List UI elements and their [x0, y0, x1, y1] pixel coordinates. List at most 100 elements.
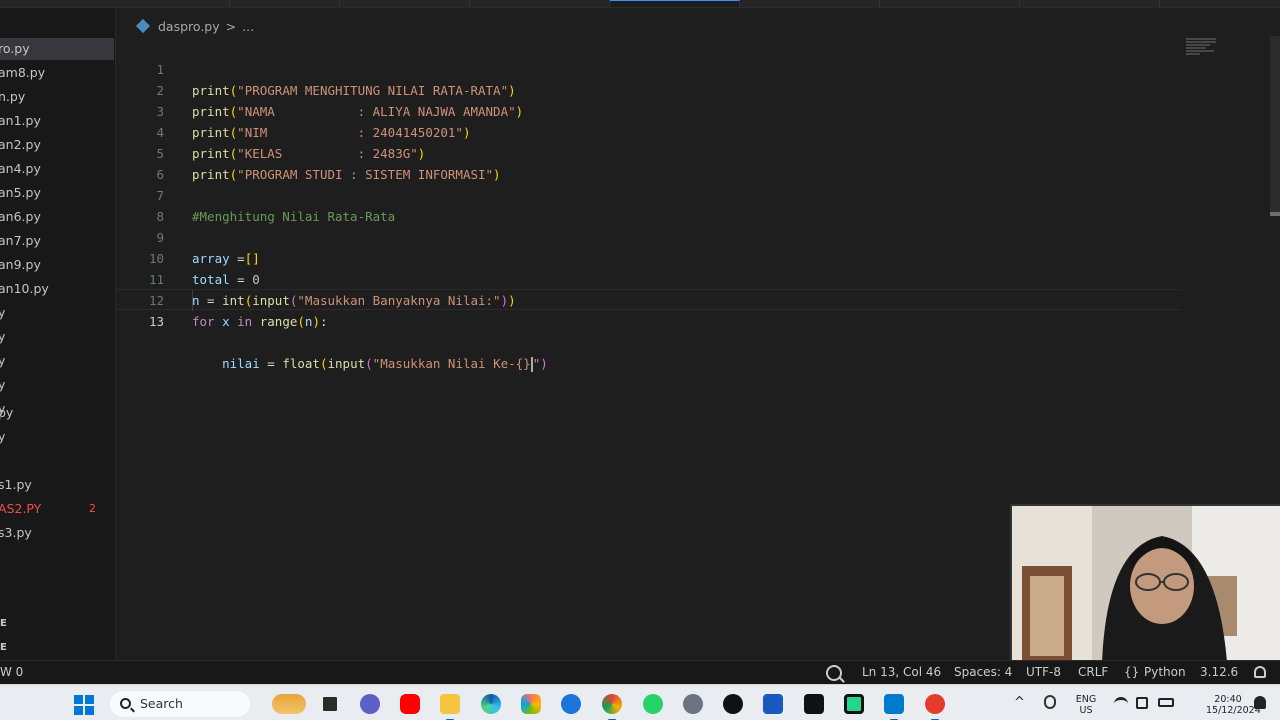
explorer-file[interactable]: y — [0, 374, 114, 396]
settings-gear-icon[interactable] — [683, 694, 703, 714]
code-line[interactable]: 7 #Menghitung Nilai Rata-Rata — [116, 164, 1266, 224]
explorer-file-error[interactable]: AS2.PY 2 — [0, 498, 114, 520]
code-line[interactable]: 3 print("NIM : 24041450201") — [116, 80, 1266, 140]
webcam-person-image — [1012, 506, 1280, 660]
end-of-line[interactable]: CRLF — [1078, 661, 1108, 684]
language-mode[interactable]: Python — [1144, 661, 1186, 684]
editor-tab[interactable] — [470, 0, 610, 7]
explorer-file[interactable]: an5.py — [0, 182, 114, 204]
explorer-file[interactable]: an7.py — [0, 230, 114, 252]
file-label: y — [0, 353, 5, 368]
edge-icon[interactable] — [481, 694, 501, 714]
editor-tab[interactable] — [740, 0, 880, 7]
breadcrumb-file[interactable]: daspro.py — [158, 19, 220, 34]
explorer-file[interactable]: s1.py — [0, 474, 114, 496]
code-token: for — [192, 314, 215, 329]
code-line-current[interactable]: 13 nilai = float(input("Masukkan Nilai K… — [116, 289, 1181, 372]
file-explorer-icon[interactable] — [440, 694, 460, 720]
windows-start-icon[interactable] — [74, 695, 94, 715]
explorer-file[interactable]: ro.py — [0, 38, 114, 60]
code-token: ( — [319, 356, 328, 371]
explorer-file[interactable]: an1.py — [0, 110, 114, 132]
file-label: an10.py — [0, 281, 49, 296]
explorer-file[interactable]: an4.py — [0, 158, 114, 180]
explorer-file[interactable]: y — [0, 326, 114, 348]
explorer-file[interactable]: am8.py — [0, 62, 114, 84]
task-view-icon[interactable] — [320, 694, 340, 714]
explorer-file[interactable]: py — [0, 402, 114, 424]
code-line[interactable]: 6 — [116, 143, 1266, 182]
file-label: y — [0, 377, 5, 392]
taskbar-search[interactable]: Search — [110, 691, 250, 717]
code-line[interactable]: 5 print("PROGRAM STUDI : SISTEM INFORMAS… — [116, 122, 1266, 182]
code-line[interactable]: 2 print("NAMA : ALIYA NAJWA AMANDA") — [116, 59, 1266, 119]
word-icon[interactable] — [763, 694, 783, 714]
pycharm-icon[interactable] — [844, 694, 864, 714]
editor-tab[interactable] — [120, 0, 230, 7]
file-label: an2.py — [0, 137, 41, 152]
windows-taskbar: Search ^ ENG US 20:40 15/12/2024 — [0, 684, 1280, 720]
sidebar-section-letter[interactable]: E — [0, 642, 7, 653]
vertical-scrollbar[interactable] — [1270, 36, 1280, 216]
explorer-file[interactable]: an9.py — [0, 254, 114, 276]
breadcrumb[interactable]: daspro.py > ... — [135, 16, 254, 36]
explorer-file[interactable]: an6.py — [0, 206, 114, 228]
store-icon[interactable] — [561, 694, 581, 714]
code-line[interactable]: 11 n = int(input("Masukkan Banyaknya Nil… — [116, 248, 1266, 308]
code-line[interactable]: 12 for x in range(n): — [116, 269, 1266, 329]
chat-icon[interactable] — [360, 694, 380, 714]
microphone-icon[interactable] — [1044, 695, 1056, 709]
sidebar-section-letter[interactable]: E — [0, 618, 7, 629]
code-line[interactable]: 4 print("KELAS : 2483G") — [116, 101, 1266, 161]
copilot-icon[interactable] — [521, 694, 541, 714]
explorer-file[interactable]: s3.py — [0, 522, 114, 544]
indentation-setting[interactable]: Spaces: 4 — [954, 661, 1012, 684]
zoom-icon[interactable] — [826, 665, 842, 681]
breadcrumb-trail[interactable]: ... — [242, 19, 254, 34]
recorder-icon[interactable] — [925, 694, 945, 720]
webcam-overlay — [1010, 504, 1280, 660]
minimap[interactable] — [1186, 38, 1220, 60]
file-label: an6.py — [0, 209, 41, 224]
capcut-icon[interactable] — [804, 694, 824, 714]
code-line[interactable]: 10 total = 0 — [116, 227, 1266, 287]
editor-tab[interactable] — [230, 0, 340, 7]
explorer-file[interactable]: n.py — [0, 86, 114, 108]
chrome-icon[interactable] — [602, 694, 622, 720]
code-token: ( — [297, 314, 305, 329]
explorer-file[interactable]: y — [0, 426, 114, 448]
python-interpreter[interactable]: 3.12.6 — [1200, 661, 1238, 684]
cursor-position[interactable]: Ln 13, Col 46 — [862, 661, 941, 684]
file-label: ro.py — [0, 41, 30, 56]
file-encoding[interactable]: UTF-8 — [1026, 661, 1061, 684]
explorer-file[interactable]: y — [0, 350, 114, 372]
code-line[interactable]: 8 — [116, 185, 1266, 224]
bell-icon[interactable] — [1254, 666, 1266, 678]
editor-tab[interactable] — [340, 0, 470, 7]
editor-tab[interactable] — [880, 0, 1020, 7]
chevron-up-icon[interactable]: ^ — [1014, 696, 1025, 720]
weather-widget-icon[interactable] — [272, 694, 306, 714]
battery-icon[interactable] — [1158, 698, 1174, 707]
whatsapp-icon[interactable] — [643, 694, 663, 714]
volume-icon[interactable] — [1136, 697, 1148, 709]
explorer-file[interactable]: an2.py — [0, 134, 114, 156]
language-code: ENG — [1075, 694, 1097, 705]
region-code: US — [1079, 705, 1093, 716]
clock[interactable]: 20:40 15/12/2024 — [1206, 694, 1261, 720]
problems-indicator[interactable]: W 0 — [0, 661, 23, 684]
wifi-icon[interactable] — [1114, 697, 1128, 707]
youtube-icon[interactable] — [400, 694, 420, 714]
editor-tab[interactable] — [1020, 0, 1160, 7]
code-line[interactable]: 1 print("PROGRAM MENGHITUNG NILAI RATA-R… — [116, 38, 1266, 98]
breadcrumb-separator: > — [225, 18, 237, 34]
explorer-file[interactable]: an10.py — [0, 278, 114, 300]
code-line[interactable]: 9 array =[] — [116, 206, 1266, 266]
media-player-icon[interactable] — [723, 694, 743, 714]
vscode-icon[interactable] — [884, 694, 904, 720]
notification-bell-icon[interactable] — [1254, 696, 1266, 709]
editor-tab-active[interactable] — [610, 0, 740, 7]
input-language[interactable]: ENG US — [1072, 694, 1100, 720]
explorer-file[interactable]: y — [0, 302, 114, 324]
